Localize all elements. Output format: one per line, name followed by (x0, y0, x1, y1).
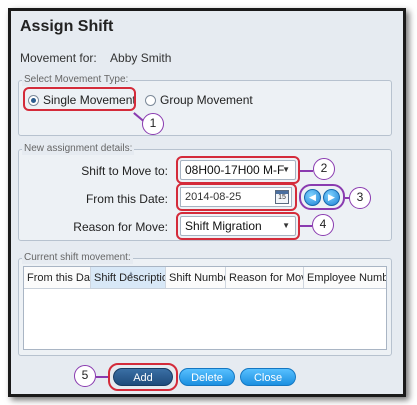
close-button[interactable]: Close (240, 368, 296, 386)
add-button-highlight (108, 363, 178, 391)
callout-3: 3 (349, 187, 371, 209)
current-shift-table[interactable]: From this Date Shift Description Shift N… (23, 266, 387, 350)
column-from-date[interactable]: From this Date (24, 267, 91, 288)
column-reason-for-move[interactable]: Reason for Move (226, 267, 304, 288)
column-employee-number[interactable]: Employee Number (304, 267, 386, 288)
movement-for-row: Movement for: Abby Smith (20, 51, 171, 65)
shift-to-move-label: Shift to Move to: (81, 164, 168, 178)
group-movement-label: Group Movement (160, 93, 253, 107)
shift-select-highlight (176, 156, 300, 184)
group-movement-radio[interactable]: Group Movement (145, 93, 253, 107)
current-shift-legend: Current shift movement: (22, 252, 133, 264)
column-shift-description[interactable]: Shift Description (91, 267, 166, 288)
employee-name: Abby Smith (110, 51, 172, 65)
table-header: From this Date Shift Description Shift N… (24, 267, 386, 289)
assignment-details-legend: New assignment details: (22, 143, 135, 155)
callout-2: 2 (313, 158, 335, 180)
date-nav-highlight (299, 184, 345, 210)
movement-type-legend: Select Movement Type: (22, 74, 131, 86)
radio-unchecked-icon (145, 94, 156, 106)
callout-4: 4 (312, 214, 334, 236)
dialog-title: Assign Shift (20, 18, 114, 35)
column-shift-number[interactable]: Shift Number (166, 267, 226, 288)
callout-5: 5 (74, 365, 96, 387)
from-date-highlight (176, 183, 297, 211)
callout-1: 1 (142, 113, 164, 135)
reason-select-highlight (176, 212, 300, 240)
delete-button[interactable]: Delete (179, 368, 235, 386)
reason-for-move-label: Reason for Move: (73, 220, 168, 234)
movement-for-label: Movement for: (20, 51, 97, 65)
callout-5-connector (96, 376, 108, 378)
callout-2-connector (300, 170, 313, 172)
callout-4-connector (300, 225, 312, 227)
from-date-label: From this Date: (85, 192, 168, 206)
single-movement-highlight (23, 87, 136, 111)
